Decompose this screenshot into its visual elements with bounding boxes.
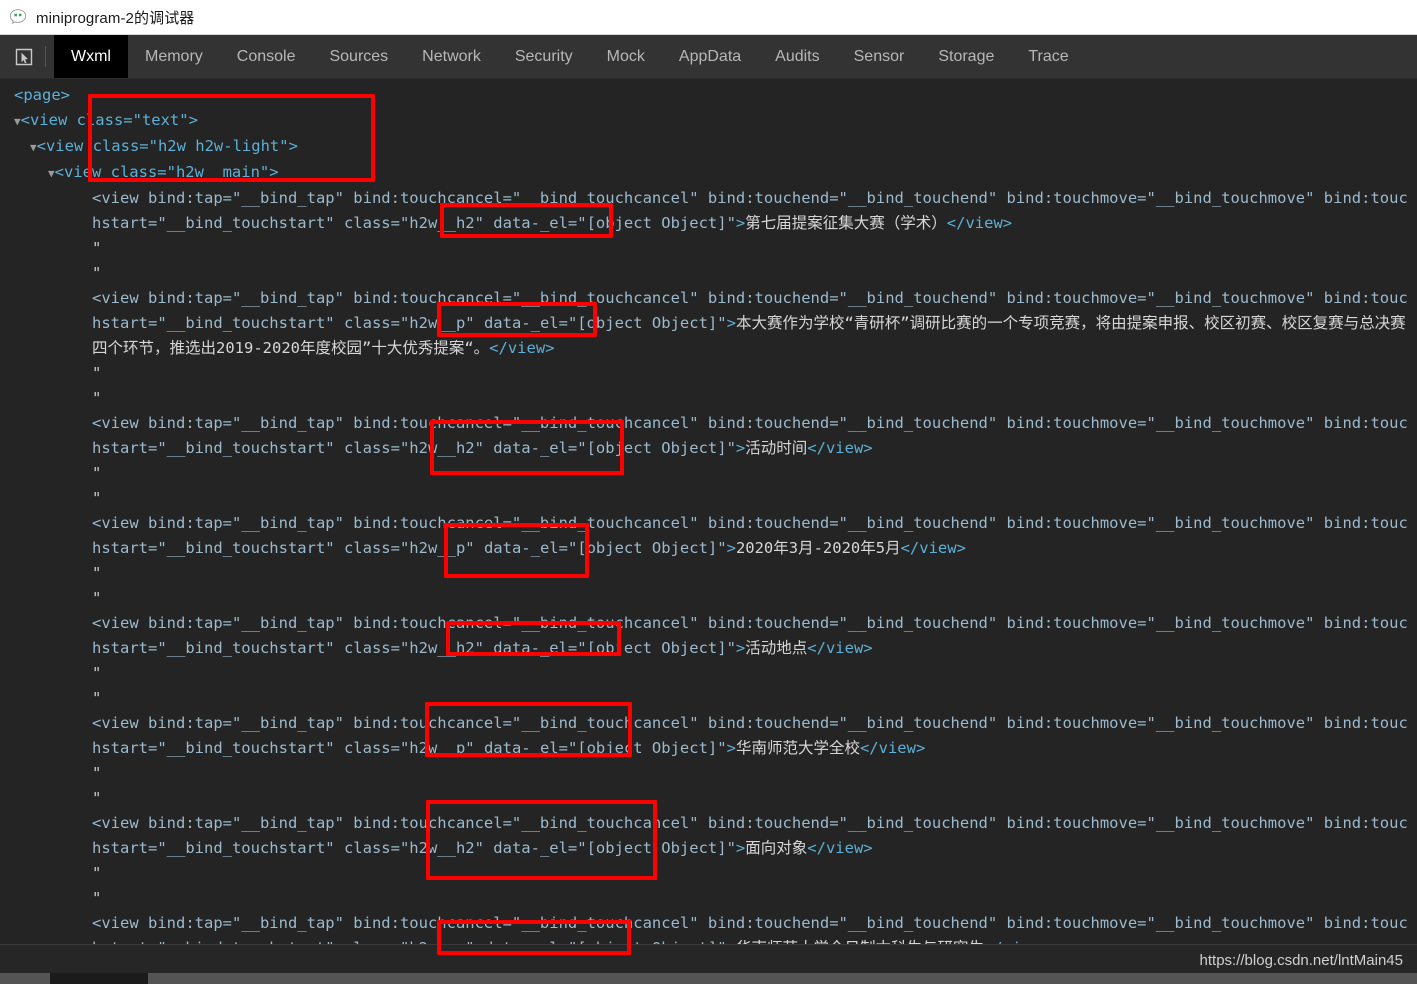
tab-console[interactable]: Console: [220, 35, 313, 78]
window-titlebar: miniprogram-2的调试器: [0, 0, 1417, 35]
tab-trace[interactable]: Trace: [1011, 35, 1085, 78]
wxml-node[interactable]: <view bind:tap="__bind_tap" bind:touchca…: [0, 611, 1417, 661]
node-tag-close-bracket: >: [735, 839, 746, 857]
node-tag-close-bracket: >: [735, 214, 746, 232]
code-line-page: <page>: [0, 83, 1417, 108]
node-class-attribute: class="h2w__p": [343, 539, 484, 557]
node-tag-close-bracket: >: [726, 539, 736, 557]
whitespace-text-node: ": [92, 239, 102, 257]
whitespace-text-node: ": [92, 264, 102, 282]
wxml-node[interactable]: <view bind:tap="__bind_tap" bind:touchca…: [0, 811, 1417, 861]
watermark-url: https://blog.csdn.net/lntMain45: [1199, 952, 1403, 969]
node-class-attribute: class="h2w__p": [343, 314, 484, 332]
node-tag-close-bracket: >: [735, 439, 746, 457]
whitespace-text-node: ": [92, 889, 102, 907]
whitespace-text-node: ": [92, 389, 102, 407]
node-data-el-attribute: data-_el="[object Object]": [493, 214, 736, 232]
tab-network[interactable]: Network: [405, 35, 498, 78]
disclosure-triangle-icon[interactable]: ▼: [14, 115, 21, 128]
node-tag-close-bracket: >: [735, 639, 746, 657]
node-closing-tag: </view>: [807, 839, 873, 857]
whitespace-text-node: ": [92, 689, 102, 707]
tab-storage[interactable]: Storage: [921, 35, 1011, 78]
node-closing-tag: </view>: [946, 214, 1013, 232]
node-text-content: 第七届提案征集大赛（学术）: [745, 214, 947, 232]
code-line-view-main: ▼<view class="h2w__main">: [0, 160, 1417, 186]
view-h2w-tag: <view class="h2w h2w-light">: [36, 137, 298, 155]
page-tag: <page>: [14, 86, 70, 104]
node-closing-tag: </view>: [900, 539, 966, 557]
node-text-content: 活动地点: [745, 639, 808, 657]
window-title: miniprogram-2的调试器: [36, 9, 195, 27]
disclosure-triangle-icon[interactable]: ▼: [48, 167, 55, 180]
tabbar-divider: [45, 46, 46, 67]
whitespace-text-node: ": [92, 464, 102, 482]
node-class-attribute: class="h2w__h2": [343, 839, 494, 857]
devtools-tabbar: Wxml Memory Console Sources Network Secu…: [0, 35, 1417, 79]
wxml-tree-panel[interactable]: <page> ▼<view class="text"> ▼<view class…: [0, 79, 1417, 945]
node-data-el-attribute: data-_el="[object Object]": [493, 839, 736, 857]
node-closing-tag: </view>: [489, 339, 555, 357]
node-closing-tag: </view>: [807, 439, 873, 457]
wxml-node[interactable]: <view bind:tap="__bind_tap" bind:touchca…: [0, 186, 1417, 236]
node-data-el-attribute: data-_el="[object Object]": [493, 639, 736, 657]
node-class-attribute: class="h2w__h2": [343, 214, 494, 232]
node-closing-tag: </view>: [859, 739, 926, 757]
node-text-content: 活动时间: [745, 439, 808, 457]
whitespace-text-node: ": [92, 664, 102, 682]
node-data-el-attribute: data-_el="[object Object]": [483, 539, 727, 557]
whitespace-text-node: ": [92, 489, 102, 507]
wxml-node-list: <view bind:tap="__bind_tap" bind:touchca…: [0, 186, 1417, 945]
node-text-content: 华南师范大学全校: [735, 739, 860, 757]
tab-sensor[interactable]: Sensor: [837, 35, 922, 78]
tab-sources[interactable]: Sources: [312, 35, 405, 78]
node-class-attribute: class="h2w__p": [343, 739, 484, 757]
node-closing-tag: </view>: [807, 639, 873, 657]
element-picker-button[interactable]: [5, 35, 43, 78]
wxml-node[interactable]: <view bind:tap="__bind_tap" bind:touchca…: [0, 911, 1417, 945]
node-class-attribute: class="h2w__h2": [343, 439, 494, 457]
horizontal-scrollbar-thumb[interactable]: [50, 973, 148, 984]
tab-audits[interactable]: Audits: [758, 35, 836, 78]
node-data-el-attribute: data-_el="[object Object]": [483, 314, 727, 332]
whitespace-text-node: ": [92, 789, 102, 807]
tab-wxml[interactable]: Wxml: [54, 35, 128, 78]
element-picker-icon: [15, 48, 33, 65]
disclosure-triangle-icon[interactable]: ▼: [30, 141, 37, 154]
horizontal-scrollbar-track[interactable]: [0, 973, 1417, 984]
whitespace-text-node: ": [92, 564, 102, 582]
node-tag-close-bracket: >: [726, 739, 736, 757]
view-main-tag: <view class="h2w__main">: [54, 163, 279, 181]
wxml-node[interactable]: <view bind:tap="__bind_tap" bind:touchca…: [0, 411, 1417, 461]
node-text-content: 2020年3月-2020年5月: [735, 539, 901, 557]
status-bar: https://blog.csdn.net/lntMain45: [0, 944, 1417, 984]
wxml-node[interactable]: <view bind:tap="__bind_tap" bind:touchca…: [0, 286, 1417, 361]
tab-appdata[interactable]: AppData: [662, 35, 758, 78]
code-line-view-text: ▼<view class="text">: [0, 108, 1417, 134]
node-text-content: 面向对象: [745, 839, 808, 857]
tab-security[interactable]: Security: [498, 35, 590, 78]
view-text-tag: <view class="text">: [20, 111, 198, 129]
node-tag-close-bracket: >: [726, 314, 736, 332]
whitespace-text-node: ": [92, 764, 102, 782]
node-class-attribute: class="h2w__h2": [343, 639, 494, 657]
whitespace-text-node: ": [92, 364, 102, 382]
node-data-el-attribute: data-_el="[object Object]": [493, 439, 736, 457]
whitespace-text-node: ": [92, 864, 102, 882]
tab-memory[interactable]: Memory: [128, 35, 220, 78]
node-data-el-attribute: data-_el="[object Object]": [483, 739, 727, 757]
wechat-devtools-icon: [9, 9, 27, 25]
wxml-node[interactable]: <view bind:tap="__bind_tap" bind:touchca…: [0, 511, 1417, 561]
tab-mock[interactable]: Mock: [590, 35, 662, 78]
wxml-node[interactable]: <view bind:tap="__bind_tap" bind:touchca…: [0, 711, 1417, 761]
whitespace-text-node: ": [92, 589, 102, 607]
code-line-view-h2w: ▼<view class="h2w h2w-light">: [0, 134, 1417, 160]
